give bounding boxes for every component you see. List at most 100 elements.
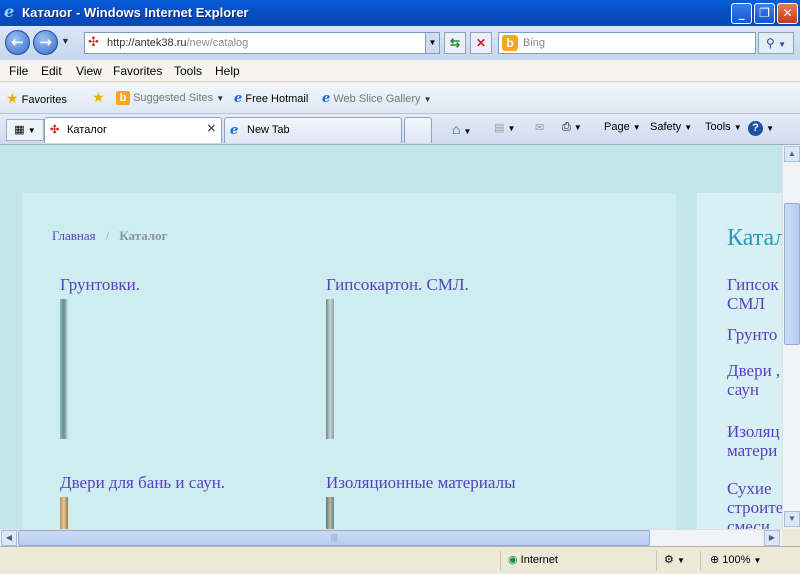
ie-page-icon: e	[322, 91, 331, 106]
breadcrumb-current: Каталог	[119, 228, 168, 243]
search-button[interactable]: ⚲ ▼	[758, 32, 794, 54]
menu-bar: File Edit View Favorites Tools Help	[0, 60, 800, 82]
search-placeholder: Bing	[523, 37, 546, 49]
star-icon: ★	[6, 90, 19, 106]
tools-menu-button[interactable]: Tools ▼	[705, 121, 742, 133]
new-tab-button[interactable]	[404, 117, 432, 143]
ie-icon: e	[4, 2, 15, 21]
window-title: Каталог - Windows Internet Explorer	[22, 5, 249, 20]
page-viewport: Главная / Каталог Грунтовки. Гипсокартон. …	[0, 145, 782, 529]
category-link-drywall[interactable]: Гипсокартон. СМЛ.	[326, 275, 469, 295]
protected-mode-button[interactable]: ⚙ ▼	[664, 553, 685, 566]
refresh-button[interactable]: ⇆	[444, 32, 466, 54]
favorites-button[interactable]: ★ Favorites	[6, 90, 67, 107]
scroll-right-button[interactable]: ▶	[764, 530, 780, 546]
status-divider	[700, 551, 701, 571]
sidebar-link-sauna-doors[interactable]: Двери , саун	[727, 361, 780, 399]
status-bar: ◉ Internet ⚙ ▼ ⊕ 100% ▼	[0, 546, 800, 574]
category-image-sauna-doors[interactable]	[60, 497, 68, 529]
rss-feed-icon: ▤	[494, 122, 505, 134]
add-to-favorites-button[interactable]: ★	[92, 89, 105, 106]
status-divider	[656, 551, 657, 571]
category-image-insulation[interactable]	[326, 497, 334, 529]
page-menu-button[interactable]: Page ▼	[604, 121, 641, 133]
menu-view[interactable]: View	[76, 64, 102, 78]
web-slice-gallery-link[interactable]: e Web Slice Gallery ▼	[322, 91, 432, 106]
address-dropdown-button[interactable]: ▼	[425, 33, 439, 53]
category-link-insulation[interactable]: Изоляционные материалы	[326, 473, 516, 493]
print-button[interactable]: ⎙ ▼	[562, 121, 582, 134]
maximize-button[interactable]: ❐	[754, 3, 775, 24]
menu-file[interactable]: File	[9, 64, 28, 78]
status-divider	[500, 551, 501, 571]
scroll-down-button[interactable]: ▼	[784, 511, 800, 527]
zoom-icon: ⊕	[710, 554, 720, 566]
sidebar-link-insulation[interactable]: Изоляц матери	[727, 422, 780, 460]
help-button[interactable]: ? ▼	[748, 121, 774, 136]
security-zone: ◉ Internet	[508, 554, 558, 566]
suggested-sites-icon: b	[116, 91, 130, 105]
category-image-drywall[interactable]	[326, 299, 334, 439]
tab-row: ▦ ▼ ✣ Каталог ✕ e New Tab ⌂ ▼ ▤ ▼ ✉ ⎙ ▼ …	[0, 114, 800, 145]
breadcrumb-separator: /	[105, 228, 110, 243]
quick-tabs-button[interactable]: ▦ ▼	[6, 119, 44, 141]
site-favicon-icon: ✣	[88, 35, 99, 50]
tab-new-tab[interactable]: e New Tab	[224, 117, 402, 143]
safety-menu-button[interactable]: Safety ▼	[650, 121, 692, 133]
address-row: ← → ▼ ✣ http://antek38.ru/new/catalog ▼ …	[0, 26, 800, 60]
breadcrumb-home-link[interactable]: Главная	[52, 228, 96, 243]
ie-page-icon: e	[230, 123, 239, 138]
close-tab-icon[interactable]: ✕	[207, 122, 216, 135]
mail-icon: ✉	[535, 122, 545, 134]
close-window-button[interactable]: ✕	[777, 3, 798, 24]
scrollbar-corner	[782, 529, 800, 546]
breadcrumb: Главная / Каталог	[52, 228, 168, 244]
menu-tools[interactable]: Tools	[174, 64, 202, 78]
category-link-sauna-doors[interactable]: Двери для бань и саун.	[60, 473, 225, 493]
menu-help[interactable]: Help	[215, 64, 240, 78]
suggested-sites-link[interactable]: b Suggested Sites ▼	[116, 91, 224, 105]
home-button[interactable]: ⌂ ▼	[452, 121, 471, 137]
category-link-primers[interactable]: Грунтовки.	[60, 275, 140, 295]
window-titlebar: e Каталог - Windows Internet Explorer _ …	[0, 0, 800, 26]
stop-button[interactable]: ✕	[470, 32, 492, 54]
catalog-content-panel: Главная / Каталог Грунтовки. Гипсокартон. …	[22, 193, 676, 529]
zoom-button[interactable]: ⊕ 100% ▼	[710, 553, 761, 566]
ie-page-icon: e	[234, 91, 243, 106]
scroll-up-button[interactable]: ▲	[784, 146, 800, 162]
feeds-button[interactable]: ▤ ▼	[494, 121, 515, 134]
help-icon: ?	[748, 121, 763, 136]
address-input[interactable]: ✣ http://antek38.ru/new/catalog ▼	[84, 32, 440, 54]
horizontal-scroll-thumb[interactable]: |||	[18, 530, 650, 546]
free-hotmail-link[interactable]: e Free Hotmail	[234, 91, 308, 106]
search-icon: ⚲	[765, 36, 775, 50]
menu-edit[interactable]: Edit	[41, 64, 62, 78]
sidebar-link-primers[interactable]: Грунто	[727, 325, 777, 344]
tab-catalog[interactable]: ✣ Каталог ✕	[44, 117, 222, 143]
url-text: http://antek38.ru/new/catalog	[107, 37, 249, 49]
category-image-primers[interactable]	[60, 299, 68, 439]
back-button[interactable]: ←	[5, 30, 30, 55]
forward-button[interactable]: →	[33, 30, 58, 55]
minimize-button[interactable]: _	[731, 3, 752, 24]
printer-icon: ⎙	[562, 121, 571, 133]
quick-tabs-icon: ▦	[14, 124, 25, 136]
bing-icon: b	[502, 35, 518, 51]
protected-mode-icon: ⚙	[664, 554, 674, 566]
recent-pages-dropdown[interactable]: ▼	[61, 36, 70, 46]
vertical-scrollbar[interactable]: ▲ ▼	[782, 145, 800, 529]
scroll-left-button[interactable]: ◀	[1, 530, 17, 546]
globe-icon: ◉	[508, 554, 518, 566]
sidebar-link-drywall[interactable]: Гипсок СМЛ	[727, 275, 779, 313]
sidebar-link-dry-mixes[interactable]: Сухие строите смеси	[727, 479, 782, 529]
catalog-sidebar: Катал Гипсок СМЛ Грунто Двери , саун Изо…	[697, 193, 782, 529]
menu-favorites[interactable]: Favorites	[113, 64, 162, 78]
read-mail-button[interactable]: ✉	[535, 121, 544, 134]
sidebar-heading: Катал	[727, 225, 782, 251]
site-favicon-icon: ✣	[50, 124, 60, 136]
home-icon: ⌂	[452, 121, 461, 137]
horizontal-scrollbar[interactable]: ◀ ||| ▶	[0, 529, 782, 546]
vertical-scroll-thumb[interactable]	[784, 203, 800, 345]
add-favorite-icon: ★	[92, 89, 105, 105]
search-input[interactable]: b Bing	[498, 32, 756, 54]
